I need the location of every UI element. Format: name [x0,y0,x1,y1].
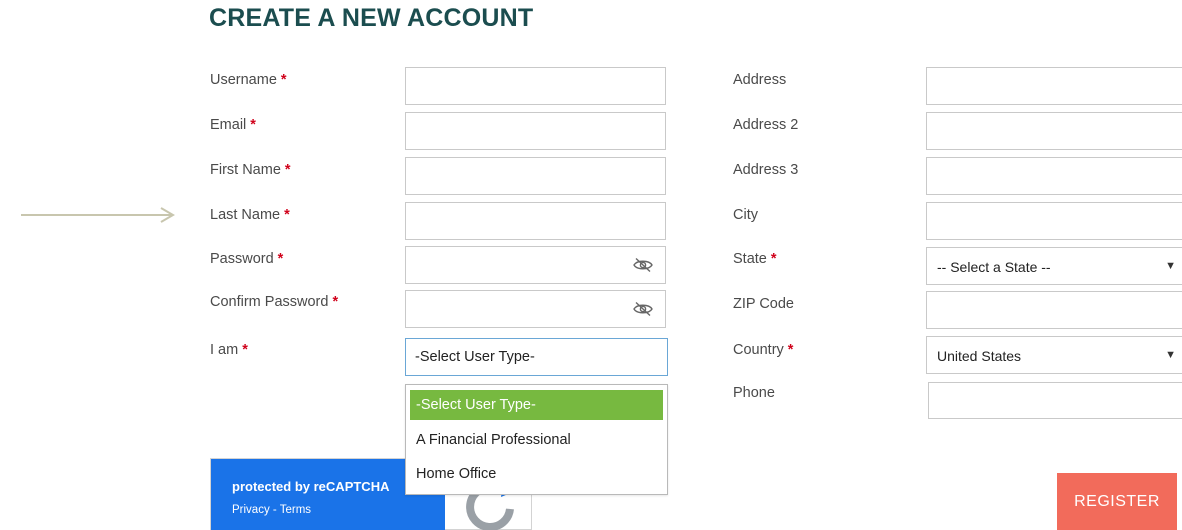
required-marker: * [242,342,248,358]
address3-label: Address 3 [733,162,799,178]
address3-input[interactable] [927,158,1182,194]
email-field[interactable] [405,112,666,150]
confirm-password-field[interactable] [405,290,666,328]
email-input[interactable] [406,113,665,149]
user-type-dropdown: -Select User Type- A Financial Professio… [405,384,668,495]
required-marker: * [284,207,290,223]
address2-field[interactable] [926,112,1182,150]
register-button[interactable]: REGISTER [1057,473,1177,530]
phone-input[interactable] [929,383,1182,418]
email-label: Email * [210,117,256,133]
zip-input[interactable] [927,292,1182,328]
page-title: CREATE A NEW ACCOUNT [209,4,534,32]
city-label: City [733,207,758,223]
address2-input[interactable] [927,113,1182,149]
username-label: Username * [210,72,287,88]
country-selected: United States [937,348,1022,364]
required-marker: * [332,294,339,310]
recaptcha-separator: - [269,504,280,516]
zip-label: ZIP Code [733,296,794,312]
zip-field[interactable] [926,291,1182,329]
address-input[interactable] [927,68,1182,104]
recaptcha-terms-link[interactable]: Terms [280,504,311,516]
address-label: Address [733,72,787,88]
last-name-input[interactable] [406,203,665,239]
username-field[interactable] [405,67,666,105]
user-type-option[interactable]: A Financial Professional [410,425,663,455]
last-name-field[interactable] [405,202,666,240]
required-marker: * [770,251,777,267]
address-field[interactable] [926,67,1182,105]
state-label: State * [733,251,777,267]
first-name-label: First Name * [210,162,291,178]
eye-slash-icon[interactable] [633,257,653,273]
user-type-select[interactable]: -Select User Type- [405,338,668,376]
country-label: Country * [733,342,794,358]
last-name-label: Last Name * [210,207,290,223]
user-type-option[interactable]: Home Office [410,459,663,489]
state-select[interactable]: -- Select a State -- ▼ [926,247,1182,285]
required-marker: * [284,162,291,178]
arrow-right-icon [21,207,175,223]
first-name-input[interactable] [406,158,665,194]
recaptcha-links: Privacy - Terms [232,504,311,516]
username-input[interactable] [406,68,665,104]
phone-field[interactable] [928,382,1182,419]
i-am-label: I am * [210,342,248,358]
caret-down-icon: ▼ [1165,349,1176,361]
address3-field[interactable] [926,157,1182,195]
user-type-option[interactable]: -Select User Type- [410,390,663,420]
registration-page: CREATE A NEW ACCOUNT Username * Email * Fi… [0,0,1182,530]
recaptcha-privacy-link[interactable]: Privacy [232,504,270,516]
user-type-selected: -Select User Type- [415,349,535,365]
required-marker: * [280,72,287,88]
password-label: Password * [210,251,284,267]
phone-label: Phone [733,385,775,401]
required-marker: * [250,117,256,133]
city-field[interactable] [926,202,1182,240]
city-input[interactable] [927,203,1182,239]
password-field[interactable] [405,246,666,284]
address2-label: Address 2 [733,117,799,133]
required-marker: * [787,342,794,358]
recaptcha-protected-text: protected by reCAPTCHA [232,479,390,494]
required-marker: * [277,251,284,267]
caret-down-icon: ▼ [1165,260,1176,272]
password-input[interactable] [406,247,665,283]
first-name-field[interactable] [405,157,666,195]
confirm-password-label: Confirm Password * [210,294,339,310]
confirm-password-input[interactable] [406,291,665,327]
eye-slash-icon[interactable] [633,301,653,317]
state-selected: -- Select a State -- [937,259,1051,275]
country-select[interactable]: United States ▼ [926,336,1182,374]
